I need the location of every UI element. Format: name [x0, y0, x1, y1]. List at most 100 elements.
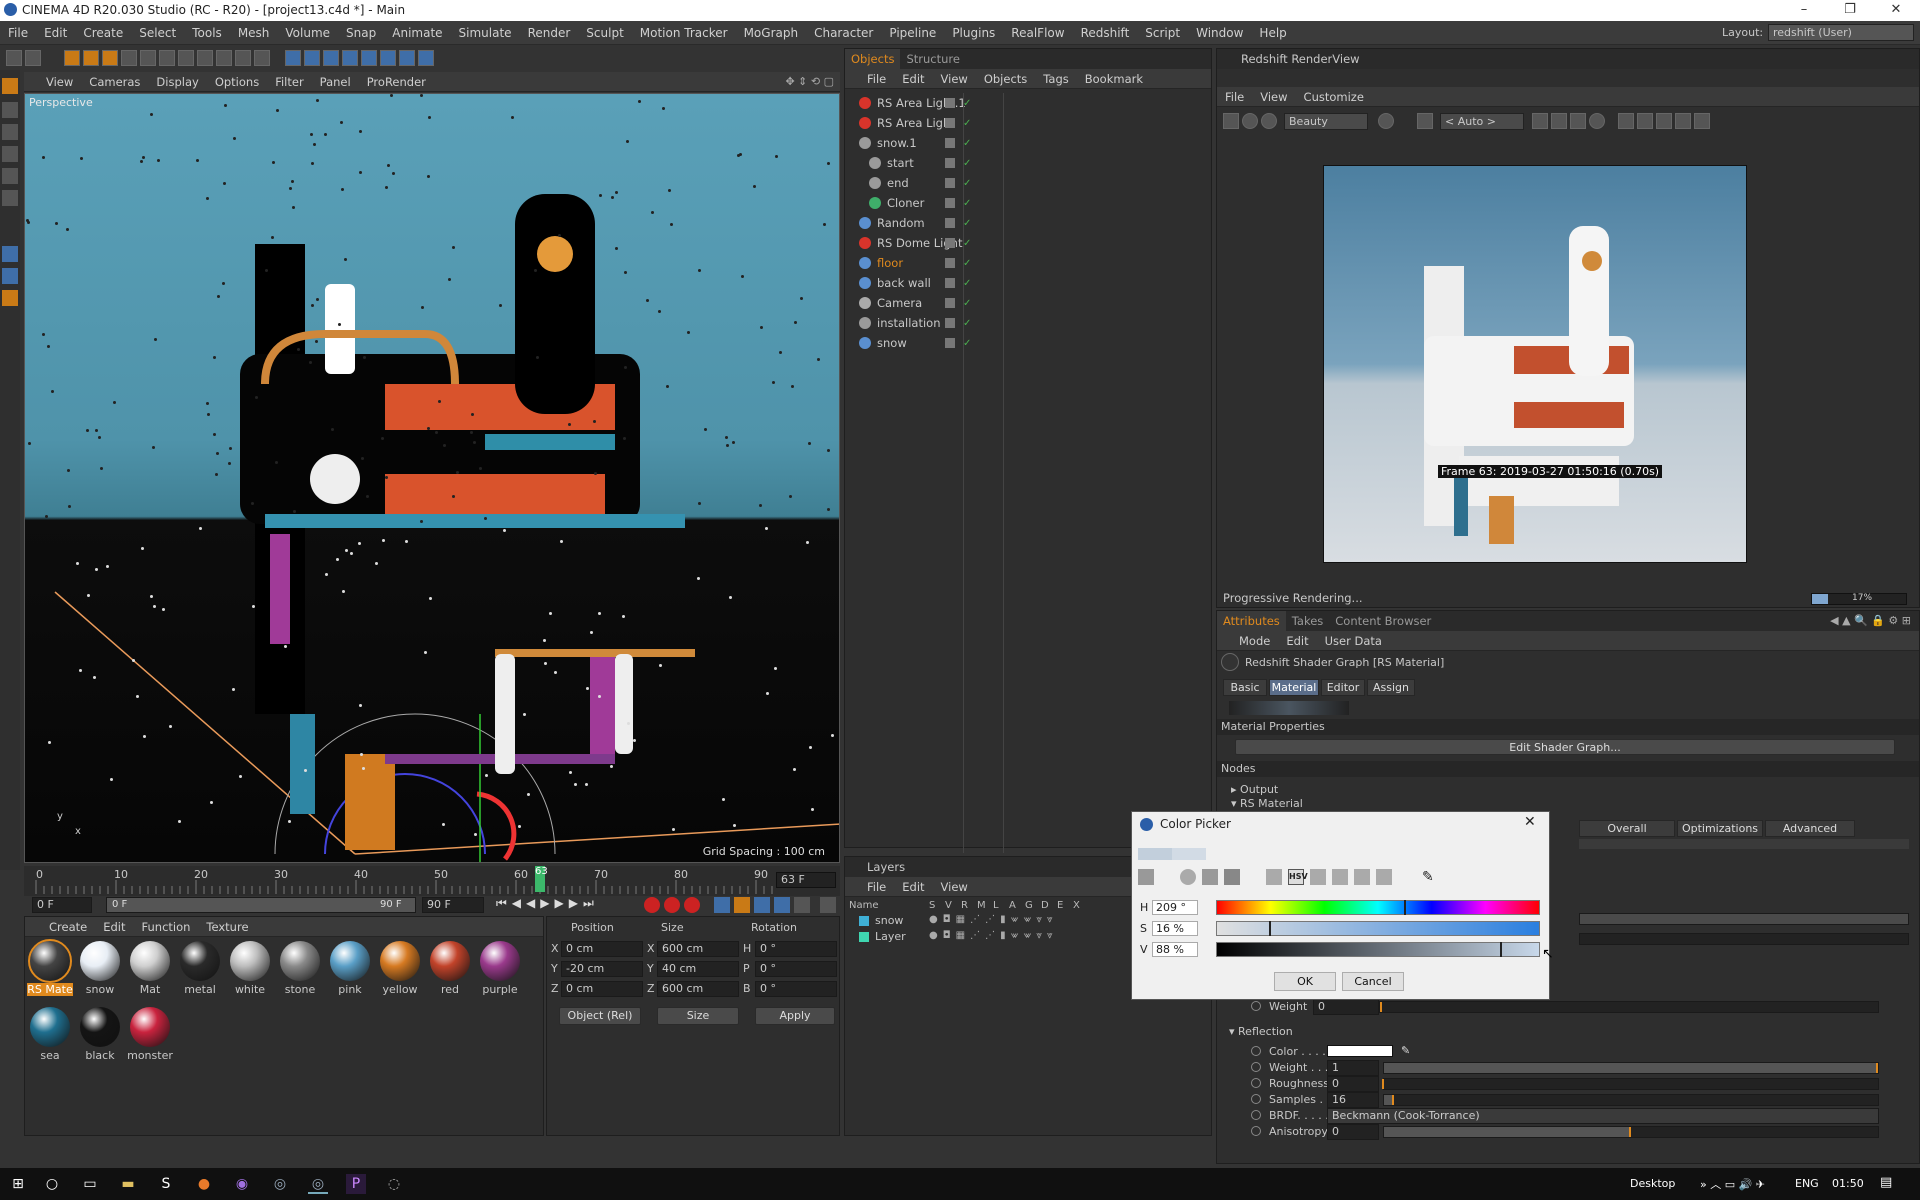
- mat-tab-overall[interactable]: Overall: [1579, 820, 1675, 837]
- menu-redshift[interactable]: Redshift: [1073, 21, 1138, 45]
- close-button[interactable]: ✕: [1873, 0, 1919, 21]
- playback-controls[interactable]: ⏮◀◀▶▶▶⏭: [496, 896, 599, 911]
- tab-objects[interactable]: Objects: [845, 49, 901, 69]
- size-field[interactable]: 40 cm: [657, 961, 739, 977]
- file-explorer-icon[interactable]: ▬: [118, 1174, 138, 1194]
- output-node[interactable]: ▸ Output: [1231, 783, 1278, 796]
- size-field[interactable]: 600 cm: [657, 981, 739, 997]
- task-view-icon[interactable]: ▭: [80, 1174, 100, 1194]
- menu-script[interactable]: Script: [1137, 21, 1188, 45]
- viewport-menu-display[interactable]: Display: [148, 72, 206, 92]
- copy-icon[interactable]: [1694, 113, 1710, 129]
- object-row[interactable]: back wall ✓: [845, 273, 1211, 293]
- eyedropper-icon[interactable]: ✎: [1422, 869, 1438, 885]
- tab-structure[interactable]: Structure: [900, 49, 966, 69]
- refl-param-slider[interactable]: [1383, 1126, 1879, 1138]
- color-picker-close-button[interactable]: ✕: [1524, 814, 1536, 830]
- renderview-menu-customize[interactable]: Customize: [1296, 87, 1372, 107]
- saturation-field[interactable]: 16 %: [1152, 921, 1198, 936]
- attribute-menu-edit[interactable]: Edit: [1278, 631, 1316, 651]
- menu-help[interactable]: Help: [1251, 21, 1294, 45]
- refl-param-slider[interactable]: [1383, 1062, 1879, 1074]
- pen-icon[interactable]: [304, 50, 320, 66]
- viewport-menu-options[interactable]: Options: [207, 72, 267, 92]
- playhead-marker[interactable]: 63: [535, 866, 548, 892]
- object-row[interactable]: floor ✓: [845, 253, 1211, 273]
- menu-character[interactable]: Character: [806, 21, 881, 45]
- refl-slider-knob[interactable]: [1629, 1127, 1631, 1137]
- maximize-button[interactable]: ❐: [1827, 0, 1873, 21]
- rotation-key-icon[interactable]: [754, 897, 770, 913]
- visibility-toggle-icon[interactable]: [945, 278, 955, 288]
- subdivision-icon[interactable]: [323, 50, 339, 66]
- refl-eyedropper-icon[interactable]: ✎: [1401, 1044, 1410, 1057]
- menu-pipeline[interactable]: Pipeline: [881, 21, 944, 45]
- refl-anim-radio[interactable]: [1251, 1126, 1261, 1136]
- camera-icon[interactable]: [399, 50, 415, 66]
- viewport-navigation-icon[interactable]: ✥ ⇕ ⟲ ▢: [785, 75, 834, 88]
- enabled-check-icon[interactable]: ✓: [963, 158, 971, 169]
- menu-tools[interactable]: Tools: [184, 21, 230, 45]
- object-menu-bookmark[interactable]: Bookmark: [1077, 69, 1151, 89]
- start-render-icon[interactable]: [1242, 113, 1258, 129]
- color-mode-hex-icon[interactable]: [1332, 869, 1348, 885]
- deformer-icon[interactable]: [361, 50, 377, 66]
- rotation-field[interactable]: 0 °: [755, 981, 837, 997]
- material-swatch[interactable]: stone: [277, 941, 323, 996]
- app-s-icon[interactable]: S: [156, 1174, 176, 1194]
- refl-slider-knob[interactable]: [1382, 1079, 1384, 1089]
- enabled-check-icon[interactable]: ✓: [963, 178, 971, 189]
- start-frame-field[interactable]: 0 F: [32, 897, 92, 913]
- attribute-menu-user-data[interactable]: User Data: [1317, 631, 1390, 651]
- rotate-tool-icon[interactable]: [102, 50, 118, 66]
- firefox-icon[interactable]: ●: [194, 1174, 214, 1194]
- refl-param-slider[interactable]: [1383, 1094, 1879, 1106]
- model-mode-icon[interactable]: [2, 78, 18, 94]
- material-swatch[interactable]: purple: [477, 941, 523, 996]
- current-frame-field[interactable]: 63 F: [776, 872, 836, 888]
- polygons-mode-icon[interactable]: [2, 146, 18, 162]
- viewport-menu-cameras[interactable]: Cameras: [81, 72, 148, 92]
- menu-plugins[interactable]: Plugins: [944, 21, 1003, 45]
- refl-anim-radio[interactable]: [1251, 1046, 1261, 1056]
- object-menu-tags[interactable]: Tags: [1035, 69, 1076, 89]
- renderview-menu-file[interactable]: File: [1217, 87, 1252, 107]
- value-slider-knob[interactable]: [1500, 942, 1503, 957]
- cloner-icon[interactable]: [342, 50, 358, 66]
- rs-material-node[interactable]: ▾ RS Material: [1231, 797, 1303, 807]
- render-settings-icon[interactable]: [254, 50, 270, 66]
- workplane-icon[interactable]: [2, 268, 18, 284]
- position-field[interactable]: 0 cm: [561, 981, 643, 997]
- history-icon[interactable]: [1675, 113, 1691, 129]
- viewport-menu-prorender[interactable]: ProRender: [359, 72, 434, 92]
- size-field[interactable]: 600 cm: [657, 941, 739, 957]
- start-icon[interactable]: ⊞: [8, 1174, 28, 1194]
- visibility-toggle-icon[interactable]: [945, 178, 955, 188]
- value-slider[interactable]: [1216, 942, 1540, 957]
- refl-param-field[interactable]: 0: [1327, 1124, 1379, 1140]
- weight-field[interactable]: 0: [1313, 999, 1379, 1015]
- menu-mesh[interactable]: Mesh: [230, 21, 278, 45]
- viewport-menu-filter[interactable]: Filter: [267, 72, 311, 92]
- visibility-toggle-icon[interactable]: [945, 318, 955, 328]
- enabled-check-icon[interactable]: ✓: [963, 118, 971, 129]
- scale-tool-icon[interactable]: [83, 50, 99, 66]
- visibility-toggle-icon[interactable]: [945, 198, 955, 208]
- color-mode-picture-icon[interactable]: [1202, 869, 1218, 885]
- hue-slider[interactable]: [1216, 900, 1540, 915]
- cinema4d-active-taskbar-icon[interactable]: ◎: [308, 1174, 328, 1194]
- channel-icon[interactable]: [1378, 113, 1394, 129]
- refl-anim-radio[interactable]: [1251, 1110, 1261, 1120]
- undo-icon[interactable]: [6, 50, 22, 66]
- ok-button[interactable]: OK: [1274, 972, 1336, 991]
- clock[interactable]: 01:50: [1832, 1177, 1864, 1190]
- notifications-icon[interactable]: ▤: [1880, 1175, 1892, 1190]
- aov-select[interactable]: Beauty: [1284, 112, 1368, 130]
- material-menu-texture[interactable]: Texture: [198, 917, 256, 937]
- visibility-toggle-icon[interactable]: [945, 218, 955, 228]
- enabled-check-icon[interactable]: ✓: [963, 98, 971, 109]
- tab-takes[interactable]: Takes: [1286, 611, 1330, 631]
- diffuse-slider-2[interactable]: [1579, 933, 1909, 945]
- app-globe-icon[interactable]: ◌: [384, 1174, 404, 1194]
- color-mode-mixer-icon[interactable]: [1224, 869, 1240, 885]
